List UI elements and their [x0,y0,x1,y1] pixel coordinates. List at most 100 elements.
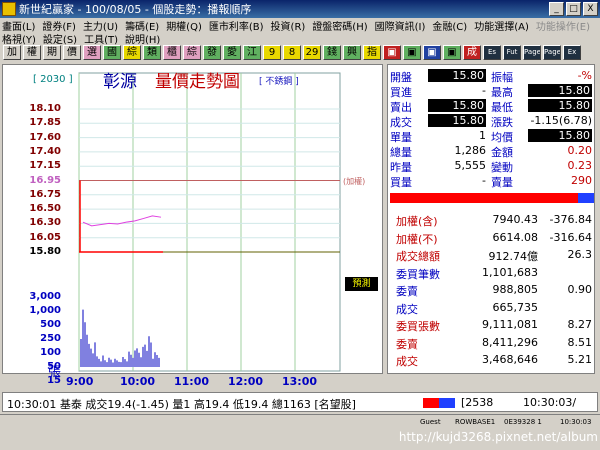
toolbar-button[interactable]: 9 [263,45,281,60]
predict-button[interactable]: 預測 [345,277,378,291]
market-label: 委買筆數 [396,267,440,281]
price-tick-label: 17.60 [29,131,61,143]
toolbar-button[interactable]: 價 [63,45,81,60]
plot-frame [78,72,341,372]
toolbar: 加權期價選國綜類櫃綜發愛江 9 8 29 錢興指 ▣ ▣ ▣ ▣ 成 Es Fut Page Page Ex [0,44,600,61]
market-change: -376.84 [549,213,592,226]
toolbar-button[interactable]: ▣ [403,45,421,60]
quote-value: 15.80 [528,99,592,112]
market-value: 3,468,646 [482,353,538,366]
window-title: 新世紀贏家 - 100/08/05 - 個股走勢：播報順序 [19,3,252,16]
quote-panel: 開盤 15.80 振幅 -% 買進 - 最高 15.80 賣出 15.80 最低 15.80 成交 15.… [387,64,595,374]
toolbar-button[interactable]: Es [483,45,501,60]
toolbar-button[interactable]: 指 [363,45,381,60]
toolbar-button[interactable]: 櫃 [163,45,181,60]
quote-value: 1 [479,129,486,142]
price-series-line [82,215,162,227]
title-bar: 新世紀贏家 - 100/08/05 - 個股走勢：播報順序 _ □ X [0,0,600,18]
market-value: 665,735 [492,300,539,314]
industry-label: [ 不銹鋼 ] [259,77,299,87]
quote-value: 15.80 [428,69,486,82]
quote-label: 買進 [390,86,412,99]
toolbar-button[interactable]: 8 [283,45,301,60]
quote-value: 1,286 [454,144,487,157]
quote-label: 賣出 [390,101,412,114]
toolbar-button[interactable]: 期 [43,45,61,60]
toolbar-button[interactable]: 發 [203,45,221,60]
toolbar-button[interactable]: 綜 [123,45,141,60]
toolbar-button[interactable]: 29 [303,45,321,60]
quote-label: 均價 [491,131,513,144]
market-label: 委買張數 [396,320,440,333]
chart-panel: [ 2030 ] 彰源 量價走勢圖 [ 不銹鋼 ] (加權) 預測 18.10 1… [2,64,383,388]
toolbar-button[interactable]: Page [543,45,561,60]
minimize-button[interactable]: _ [549,2,564,16]
market-label: 加權(含) [396,215,438,228]
market-label: 成交總額 [396,250,440,263]
market-label: 成交 [396,302,418,316]
quote-label: 最高 [491,86,513,99]
quote-value: -% [577,69,592,82]
toolbar-button[interactable]: 選 [83,45,101,60]
ticker-code: [2538 [461,396,494,409]
ticker-bar-blue [439,398,455,408]
quote-value: 15.80 [528,129,592,142]
toolbar-button[interactable]: ▣ [443,45,461,60]
volume-tick-label: 3,000 [29,291,61,302]
maximize-button[interactable]: □ [566,2,581,16]
market-change: 8.51 [567,335,593,349]
market-value: 6614.08 [492,230,539,244]
quote-label: 開盤 [390,71,412,84]
quote-value: 15.80 [528,84,592,97]
toolbar-button[interactable]: ▣ [383,45,401,60]
toolbar-button[interactable]: 成 [463,45,481,60]
quote-label: 漲跌 [491,116,513,129]
toolbar-button[interactable]: Fut [503,45,521,60]
toolbar-button[interactable]: 類 [143,45,161,60]
market-label: 成交 [396,355,418,368]
toolbar-button[interactable]: Ex [563,45,581,60]
status-session: 0E39328 1 [504,418,542,426]
toolbar-button[interactable]: 江 [243,45,261,60]
toolbar-button[interactable]: Page [523,45,541,60]
market-change: 26.3 [567,248,593,261]
menu-bar-secondary: 格視(Y) 設定(S) 工具(T) 說明(H) [0,31,600,46]
chart-title: 量價走勢圖 [155,72,240,92]
price-tick-label: 16.95 [29,174,61,186]
toolbar-button[interactable]: 國 [103,45,121,60]
ticker-time: 10:30:03/ [523,396,577,409]
volume-unit-label: 張 [48,365,62,380]
time-tick-label: 12:00 [228,375,264,388]
time-tick-label: 13:00 [282,375,318,388]
price-tick-label: 16.05 [29,231,61,243]
quote-value: 0.23 [567,159,593,172]
quote-value: 15.80 [428,99,486,112]
toolbar-button[interactable]: 錢 [323,45,341,60]
status-time: 10:30:03 [560,418,592,426]
toolbar-button[interactable]: 綜 [183,45,201,60]
toolbar-button[interactable]: 興 [343,45,361,60]
price-tick-label: 18.10 [29,103,61,114]
volume-tick-label: 250 [40,333,61,344]
quote-label: 振幅 [491,71,513,84]
volume-tick-label: 100 [40,347,61,358]
close-button[interactable]: X [583,2,598,16]
market-label: 委賣 [396,337,418,351]
reference-line-label: (加權) [343,177,366,186]
quote-value: 0.20 [567,144,593,157]
time-tick-label: 9:00 [66,375,94,388]
quote-label: 成交 [390,116,412,129]
app-window: 新世紀贏家 - 100/08/05 - 個股走勢：播報順序 _ □ X 畫面(L… [0,0,600,450]
price-tick-label: 17.85 [29,117,61,129]
toolbar-button[interactable]: 加 [3,45,21,60]
quote-value: - [482,174,486,187]
quote-label: 變動 [491,161,513,174]
quote-value: -1.15(6.78) [530,114,592,127]
quote-value: - [482,84,486,97]
stock-name: 彰源 [103,72,137,92]
quote-label: 總量 [390,146,412,159]
toolbar-button[interactable]: 權 [23,45,41,60]
toolbar-button[interactable]: 愛 [223,45,241,60]
toolbar-button[interactable]: ▣ [423,45,441,60]
market-value: 7940.43 [492,213,539,226]
